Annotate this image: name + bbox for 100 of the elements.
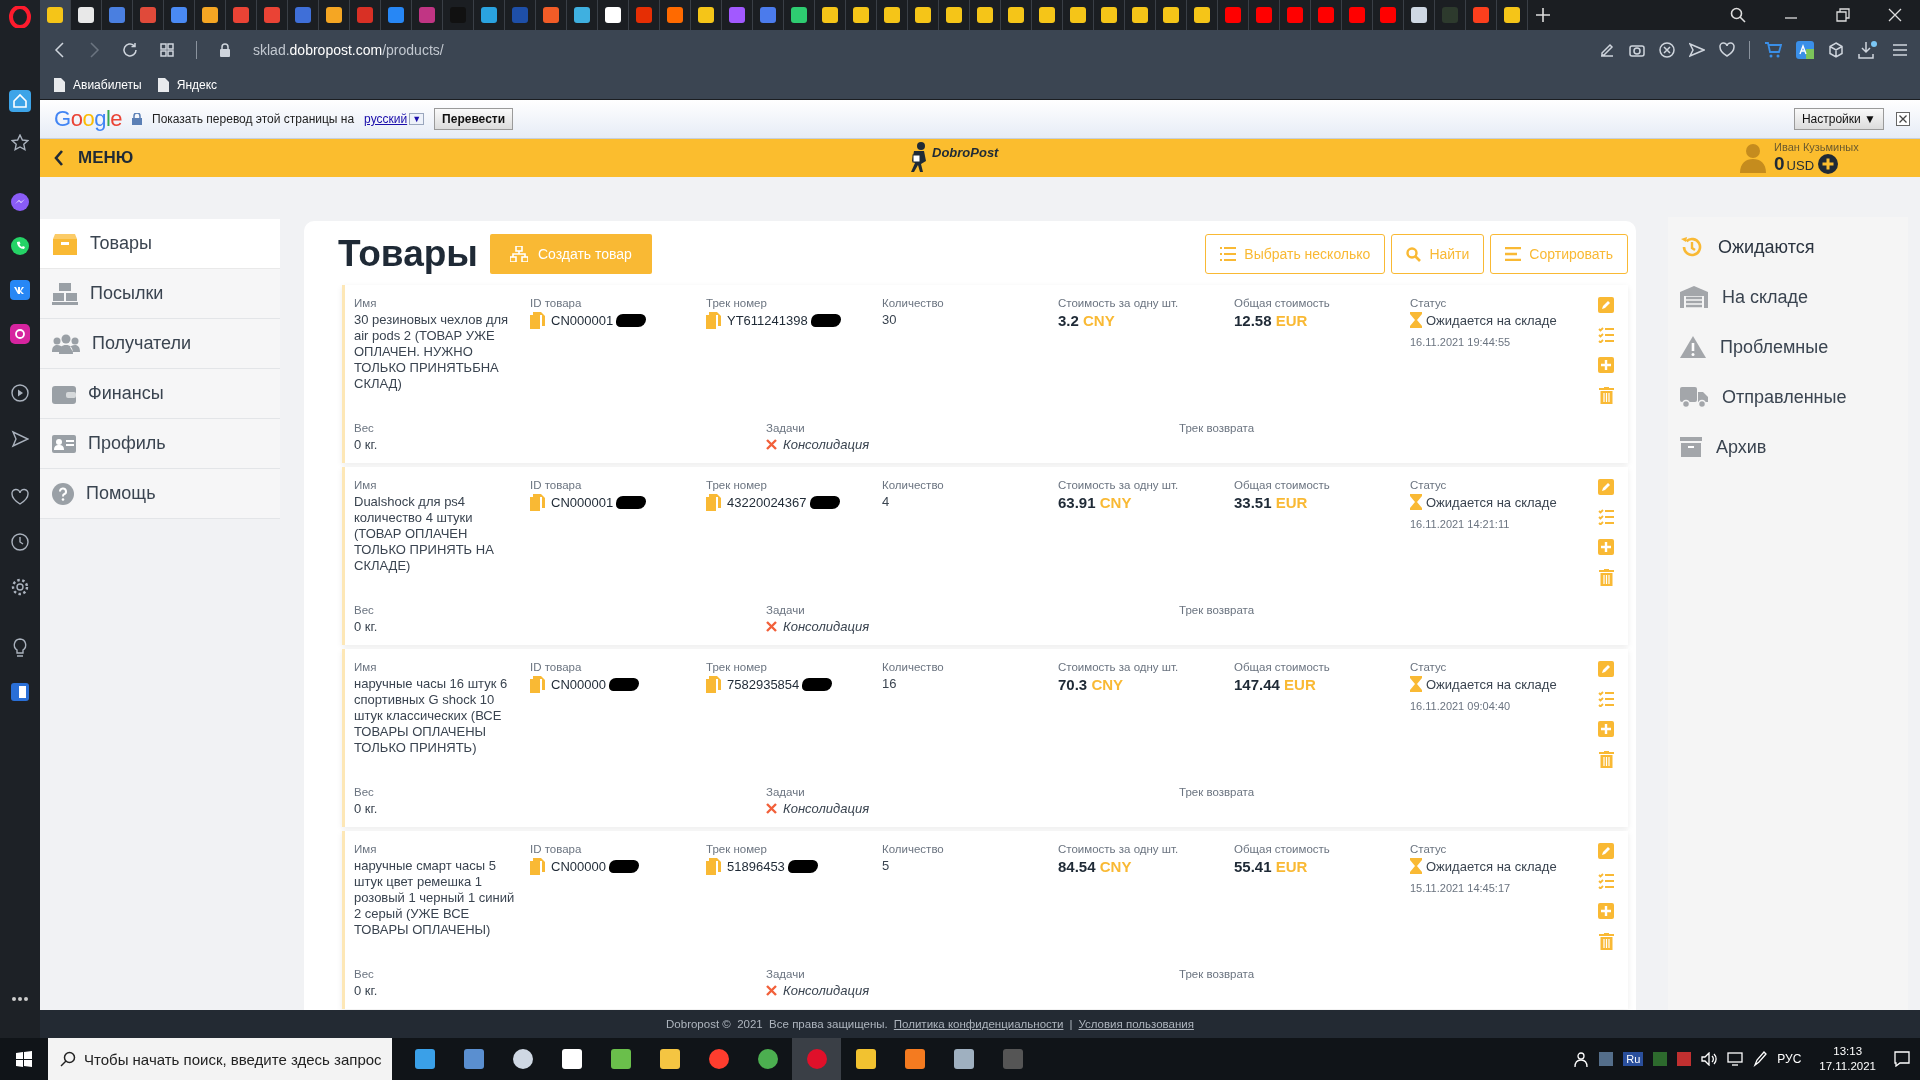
vk-icon[interactable] xyxy=(10,280,30,300)
taskbar-search-field[interactable]: Чтобы начать поиск, введите здесь запрос xyxy=(48,1038,392,1080)
footer-link[interactable]: Условия пользования xyxy=(1078,1018,1194,1030)
checklist-icon[interactable] xyxy=(1598,873,1614,889)
tracking-number: YT611241398 xyxy=(727,313,808,328)
messenger-icon[interactable] xyxy=(10,192,30,212)
settings-button[interactable]: Настройки ▼ xyxy=(1793,108,1884,130)
address-field[interactable]: sklad.dobropost.com/products/ xyxy=(253,42,444,58)
total-price: 55.41 EUR xyxy=(1234,858,1309,875)
clock-icon[interactable] xyxy=(11,533,29,551)
unit-price: 3.2 CNY xyxy=(1058,312,1116,329)
whatsapp-icon[interactable] xyxy=(10,236,30,256)
tracking-number: 7582935854 xyxy=(727,677,800,692)
copyright-text: Dobropost © 2021 Все права защищены. xyxy=(666,1018,888,1030)
filter-item[interactable]: Ожидаются xyxy=(1668,222,1908,272)
heart-icon[interactable] xyxy=(1719,42,1735,58)
nav-item[interactable]: Товары xyxy=(40,219,280,269)
field-label: Вес xyxy=(354,604,375,616)
unit-price: 70.3 CNY xyxy=(1058,676,1125,693)
reload-icon[interactable] xyxy=(122,42,138,58)
bookmark-link[interactable]: Авиабилеты xyxy=(73,77,142,92)
status-text: Ожидается на складе xyxy=(1426,858,1557,874)
quantity-value: 5 xyxy=(882,858,891,874)
send-icon[interactable] xyxy=(1689,42,1705,58)
user-avatar-icon xyxy=(1740,143,1766,173)
translate-icon[interactable] xyxy=(1796,41,1814,59)
status-text: Ожидается на складе xyxy=(1426,676,1557,692)
unit-price: 84.54 CNY xyxy=(1058,858,1133,875)
browser-tab[interactable] xyxy=(40,0,71,30)
hourglass-icon xyxy=(1410,494,1422,510)
field-label: Трек номер xyxy=(706,843,768,855)
field-label: Стоимость за одну шт. xyxy=(1058,661,1180,673)
status-date: 16.11.2021 19:44:55 xyxy=(1410,336,1512,348)
unit-price: 63.91 CNY xyxy=(1058,494,1133,511)
search-icon[interactable] xyxy=(1730,7,1746,23)
filter-item[interactable]: Отправленные xyxy=(1668,372,1908,422)
menu-button[interactable]: МЕНЮ xyxy=(54,148,134,168)
user-name[interactable]: Иван Кузьминых xyxy=(1774,141,1859,153)
cube-icon[interactable] xyxy=(1828,42,1844,58)
checklist-icon[interactable] xyxy=(1598,327,1614,343)
site-logo[interactable]: DobroPost xyxy=(932,145,999,160)
new-tab-icon[interactable] xyxy=(1536,8,1550,22)
close-icon[interactable] xyxy=(1896,112,1910,126)
task-label: Консолидация xyxy=(783,801,870,816)
people-icon[interactable] xyxy=(1573,1051,1590,1067)
keyboard-indicator[interactable]: Ru xyxy=(1623,1052,1644,1066)
block-icon[interactable] xyxy=(1659,42,1675,58)
checklist-icon[interactable] xyxy=(1598,691,1614,707)
redaction-mark xyxy=(608,860,639,873)
field-label: Имя xyxy=(354,297,378,309)
translate-prompt: Показать перевод этой страницы на xyxy=(152,112,355,126)
app-icon[interactable] xyxy=(1599,1052,1614,1066)
star-icon[interactable] xyxy=(11,134,29,152)
cart-icon[interactable] xyxy=(1764,42,1782,58)
tracking-number: 43220024367 xyxy=(727,495,807,510)
filter-item[interactable]: Архив xyxy=(1668,422,1908,472)
field-label: Задачи xyxy=(766,968,806,980)
nav-item[interactable]: Получатели xyxy=(40,319,280,369)
nav-item[interactable]: Профиль xyxy=(40,419,280,469)
back-icon[interactable] xyxy=(54,42,66,58)
notification-icon[interactable] xyxy=(1894,1051,1910,1067)
language-link[interactable]: русский xyxy=(364,112,408,126)
translate-button[interactable]: Перевести xyxy=(434,108,514,130)
field-label: Статус xyxy=(1410,843,1448,855)
heart-icon[interactable] xyxy=(11,488,29,506)
lock-icon xyxy=(132,113,142,125)
app-icon[interactable] xyxy=(11,683,29,701)
filter-item[interactable]: Проблемные xyxy=(1668,322,1908,372)
menu-icon[interactable] xyxy=(1892,43,1908,57)
warning-icon xyxy=(1680,336,1706,358)
nav-item[interactable]: Посылки xyxy=(40,269,280,319)
network-icon[interactable] xyxy=(1727,1052,1744,1066)
bookmark-link[interactable]: Яндекс xyxy=(176,77,218,92)
field-label: Трек возврата xyxy=(1179,786,1256,798)
field-label: Статус xyxy=(1410,661,1448,673)
people-icon xyxy=(52,333,80,354)
send-icon[interactable] xyxy=(11,430,29,448)
camera-icon[interactable] xyxy=(1629,42,1645,58)
filter-item[interactable]: На складе xyxy=(1668,272,1908,322)
nav-item[interactable]: Помощь xyxy=(40,469,280,519)
language-dropdown[interactable]: ▼ xyxy=(409,113,425,125)
pen-icon[interactable] xyxy=(1753,1051,1768,1067)
lightbulb-icon[interactable] xyxy=(12,638,28,658)
restore-icon[interactable] xyxy=(1836,8,1850,22)
instagram-icon[interactable] xyxy=(10,324,30,344)
volume-icon[interactable] xyxy=(1701,1052,1718,1066)
home-icon[interactable] xyxy=(9,90,31,112)
checklist-icon[interactable] xyxy=(1598,509,1614,525)
tabs-grid-icon[interactable] xyxy=(160,43,174,57)
more-icon[interactable] xyxy=(11,996,29,1002)
nav-item[interactable]: Финансы xyxy=(40,369,280,419)
input-language[interactable]: РУС xyxy=(1777,1052,1802,1066)
windows-start-icon[interactable] xyxy=(16,1051,32,1067)
taskbar-clock[interactable]: 13:13 17.11.2021 xyxy=(1819,1044,1876,1074)
add-funds-icon[interactable] xyxy=(1818,153,1839,174)
edit-icon[interactable] xyxy=(1599,42,1615,58)
footer-link[interactable]: Политика конфиденциальности xyxy=(893,1018,1064,1030)
download-icon[interactable] xyxy=(1858,41,1878,59)
play-icon[interactable] xyxy=(11,384,29,402)
field-label: ID товара xyxy=(530,479,583,491)
